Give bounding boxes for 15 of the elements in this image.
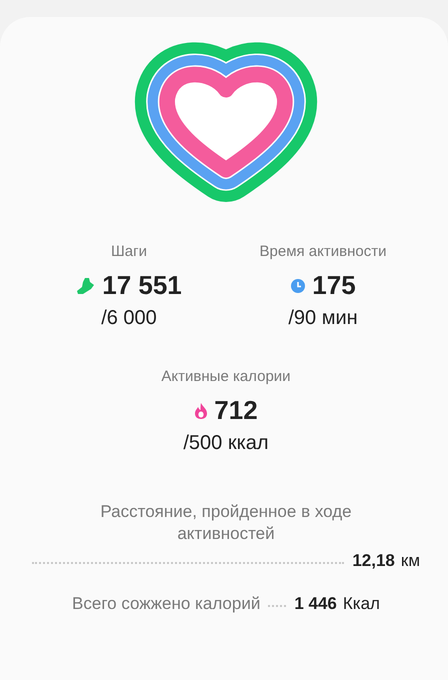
goal-target: /90 мин [288,307,358,330]
clock-icon [290,278,306,294]
flame-icon [194,402,208,420]
goal-target: /6 000 [101,307,157,330]
goal-value: 712 [214,395,258,426]
summary-value: 1 446 Ккал [294,594,380,614]
summary-value: 12,18 км [352,551,420,571]
summary-label: Всего сожжено калорий [72,593,260,615]
goal-value: 175 [312,270,356,301]
goal-label: Шаги [111,243,147,260]
goal-label: Время активности [260,243,386,260]
summary-label: Расстояние, пройденное в ходе активностей [99,501,353,545]
goal-value: 17 551 [102,270,182,301]
goal-target: /500 ккал [183,432,269,455]
goal-label: Активные калории [161,368,291,385]
